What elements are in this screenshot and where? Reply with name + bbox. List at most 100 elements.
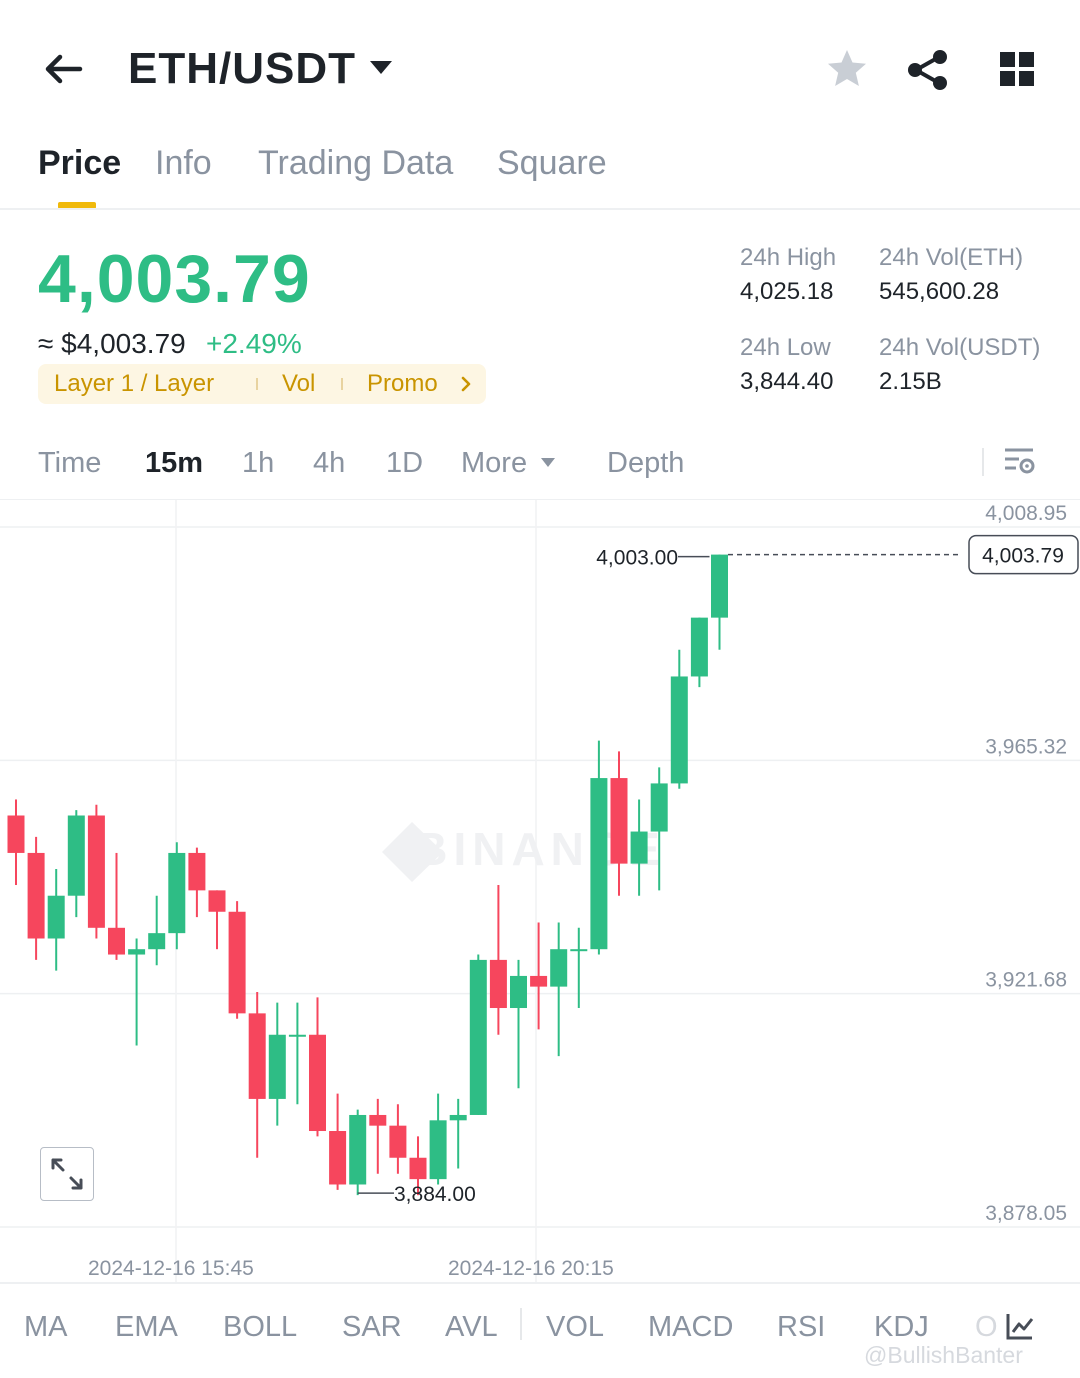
x-tick-label: 2024-12-16 15:45 <box>88 1257 254 1280</box>
vol-eth-label: 24h Vol(ETH) <box>879 244 1024 271</box>
candle-body <box>309 1034 326 1132</box>
share-icon[interactable] <box>906 48 950 92</box>
low-label: 24h Low <box>740 334 831 361</box>
candle-body <box>550 949 568 987</box>
last-price: 4,003.79 <box>38 241 311 317</box>
indicator-more[interactable]: O <box>975 1311 998 1344</box>
candle-body <box>590 778 608 950</box>
indicator-macd[interactable]: MACD <box>648 1311 733 1344</box>
indicator-ma[interactable]: MA <box>24 1311 68 1344</box>
candle-body <box>168 852 186 934</box>
watermark-text: @BullishBanter <box>864 1342 1023 1368</box>
interval-separator <box>982 448 984 476</box>
candle-body <box>188 852 206 891</box>
candle-body <box>530 975 548 987</box>
interval-1h[interactable]: 1h <box>242 447 274 480</box>
low-marker-label: 3,884.00 <box>394 1183 476 1206</box>
tag-separator <box>256 378 258 390</box>
y-tick-label: 4,008.95 <box>985 502 1067 525</box>
candle-body <box>7 815 25 853</box>
interval-1d[interactable]: 1D <box>386 447 423 480</box>
candle-body <box>27 852 45 939</box>
vol-usdt-value: 2.15B <box>879 368 942 395</box>
candle-body <box>87 815 105 928</box>
tab-trading-data[interactable]: Trading Data <box>258 144 453 183</box>
x-tick-label: 2024-12-16 20:15 <box>448 1257 614 1280</box>
candle-body <box>469 959 487 1115</box>
caret-down-icon[interactable] <box>368 58 394 78</box>
indicator-vol[interactable]: VOL <box>546 1311 604 1344</box>
candle-body <box>108 927 125 955</box>
candle-body <box>329 1131 347 1185</box>
chart-settings-icon[interactable] <box>1002 444 1038 480</box>
candle-body <box>570 949 588 952</box>
y-tick-label: 3,878.05 <box>985 1202 1067 1225</box>
candle-body <box>67 815 85 896</box>
indicator-chart-icon[interactable] <box>1004 1310 1036 1342</box>
candle-body <box>630 831 648 864</box>
candle-body <box>670 676 688 784</box>
indicator-separator <box>520 1308 522 1340</box>
candle-body <box>128 949 146 955</box>
candle-body <box>389 1125 407 1158</box>
interval-depth[interactable]: Depth <box>607 447 684 480</box>
grid-icon[interactable] <box>998 50 1036 88</box>
candle-body <box>248 1013 266 1099</box>
high-value: 4,025.18 <box>740 278 834 305</box>
candle-body <box>610 778 628 864</box>
chevron-right-icon[interactable] <box>460 376 472 392</box>
caret-down-icon[interactable] <box>540 456 556 468</box>
current-price-label: 4,003.79 <box>982 545 1064 568</box>
fiat-price: ≈ $4,003.79 <box>38 328 186 359</box>
candle-body <box>449 1114 467 1121</box>
price-change-percent: +2.49% <box>206 328 302 359</box>
y-tick-label: 3,965.32 <box>985 735 1067 758</box>
tag-separator <box>341 378 343 390</box>
interval-time[interactable]: Time <box>38 447 101 480</box>
candle-body <box>429 1120 447 1180</box>
candle-body <box>288 1034 306 1037</box>
candle-body <box>650 783 668 832</box>
tab-price[interactable]: Price <box>38 144 121 183</box>
high-marker-label: 4,003.00 <box>596 547 678 570</box>
candle-body <box>228 911 246 1014</box>
tab-square[interactable]: Square <box>497 144 607 183</box>
candle-body <box>208 890 226 912</box>
interval-more[interactable]: More <box>461 447 527 480</box>
tag-promo[interactable]: Promo <box>367 370 438 398</box>
vol-eth-value: 545,600.28 <box>879 278 1000 305</box>
indicator-ema[interactable]: EMA <box>115 1311 178 1344</box>
interval-4h[interactable]: 4h <box>313 447 345 480</box>
indicator-kdj[interactable]: KDJ <box>874 1311 929 1344</box>
candle-body <box>510 975 527 1009</box>
time-axis-divider <box>0 1282 1080 1284</box>
indicator-avl[interactable]: AVL <box>445 1311 498 1344</box>
candlestick-chart[interactable]: 4,008.95 3,965.32 3,921.68 3,878.05 BINANCE… <box>0 500 1080 1283</box>
back-arrow-icon[interactable] <box>40 46 86 92</box>
candle-body <box>268 1034 286 1099</box>
indicator-sar[interactable]: SAR <box>342 1311 402 1344</box>
low-value: 3,844.40 <box>740 368 834 395</box>
star-icon[interactable] <box>826 48 868 90</box>
candle-body <box>148 933 166 950</box>
tag-layer[interactable]: Layer 1 / Layer <box>54 370 214 398</box>
candle-body <box>409 1157 427 1180</box>
high-label: 24h High <box>740 244 837 271</box>
vol-usdt-label: 24h Vol(USDT) <box>879 334 1041 361</box>
candle-body <box>369 1114 387 1126</box>
candle-body <box>690 617 708 677</box>
tab-divider <box>0 208 1080 210</box>
tag-vol[interactable]: Vol <box>282 370 315 398</box>
candle-body <box>711 554 728 618</box>
indicator-boll[interactable]: BOLL <box>223 1311 297 1344</box>
y-tick-label: 3,921.68 <box>985 969 1067 992</box>
candle-body <box>47 895 65 939</box>
expand-chart-button[interactable] <box>40 1147 94 1201</box>
chart-watermark: BINANCE <box>414 823 666 875</box>
interval-15m[interactable]: 15m <box>145 447 203 480</box>
pair-title[interactable]: ETH/USDT <box>128 44 356 94</box>
expand-icon <box>51 1158 83 1190</box>
candle-body <box>489 959 507 1009</box>
tab-info[interactable]: Info <box>155 144 212 183</box>
indicator-rsi[interactable]: RSI <box>777 1311 825 1344</box>
